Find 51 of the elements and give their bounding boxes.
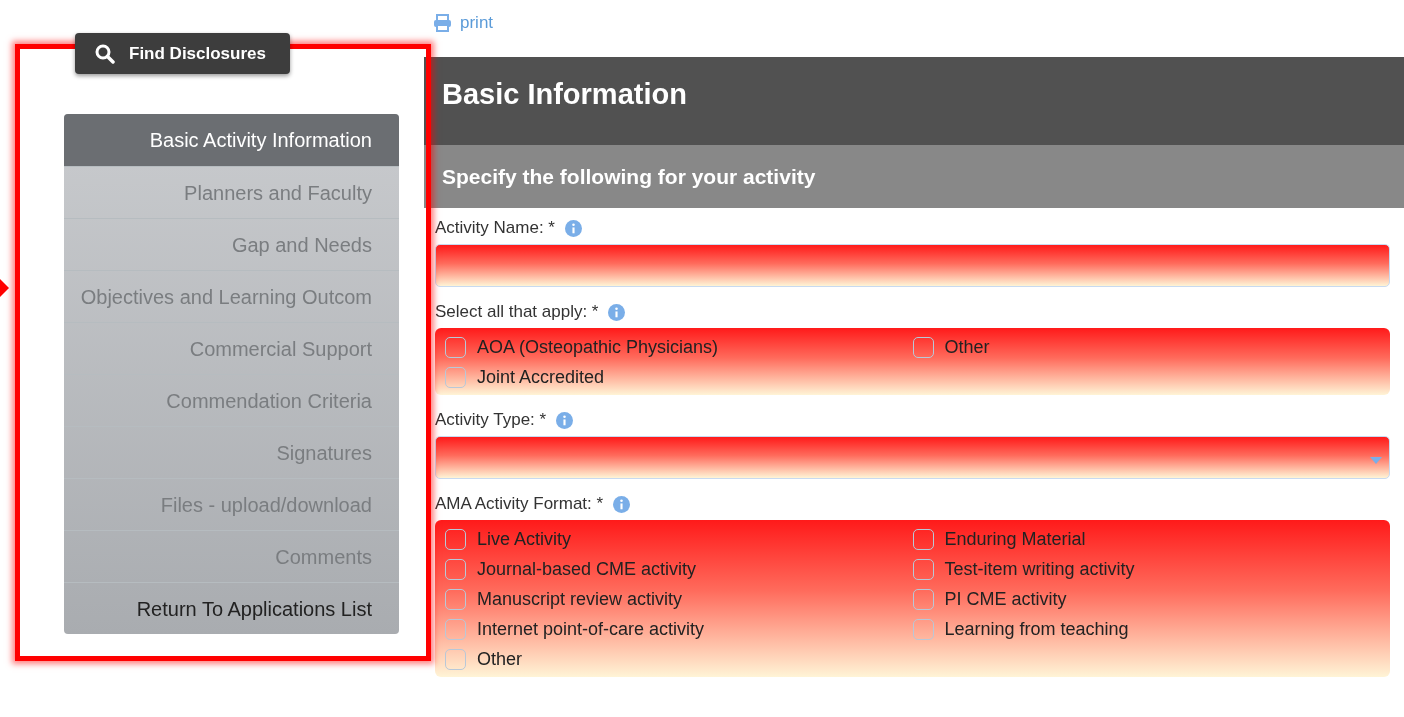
checkbox-label: Other bbox=[944, 335, 990, 359]
checkbox-label: PI CME activity bbox=[944, 587, 1067, 611]
sidebar-item[interactable]: Signatures bbox=[64, 426, 399, 478]
info-icon[interactable] bbox=[613, 495, 631, 513]
checkbox[interactable] bbox=[445, 618, 466, 640]
sidebar-item[interactable]: Planners and Faculty bbox=[64, 166, 399, 218]
checkbox[interactable] bbox=[445, 648, 466, 670]
checkbox[interactable] bbox=[912, 528, 934, 550]
print-link[interactable]: print bbox=[433, 10, 494, 36]
checkbox-label: Internet point-of-care activity bbox=[477, 617, 705, 641]
checkbox-label: Live Activity bbox=[477, 527, 572, 551]
input-field[interactable] bbox=[435, 244, 1390, 287]
checkbox-label: Learning from teaching bbox=[944, 617, 1129, 641]
printer-icon bbox=[433, 13, 452, 32]
checkbox[interactable] bbox=[445, 336, 466, 358]
checkbox-label: Journal-based CME activity bbox=[477, 557, 697, 581]
checkbox-label: Test-item writing activity bbox=[944, 557, 1135, 581]
checkbox-label: Other bbox=[477, 647, 523, 671]
find-disclosures-button[interactable]: Find Disclosures bbox=[75, 33, 290, 74]
info-icon[interactable] bbox=[608, 303, 626, 321]
checkbox-label: Manuscript review activity bbox=[477, 587, 683, 611]
checkbox[interactable] bbox=[912, 336, 934, 358]
sidebar-item[interactable]: Objectives and Learning Outcom bbox=[64, 270, 399, 322]
section-title: Specify the following for your activity bbox=[442, 163, 816, 190]
checkbox-label: AOA (Osteopathic Physicians) bbox=[477, 335, 719, 359]
pointer-arrow bbox=[0, 279, 9, 297]
checkbox-label: Enduring Material bbox=[944, 527, 1086, 551]
field-label: Activity Name: * bbox=[435, 217, 555, 240]
field-label: AMA Activity Format: * bbox=[435, 493, 604, 516]
checkbox[interactable] bbox=[445, 366, 466, 388]
checkbox[interactable] bbox=[445, 528, 466, 550]
caret-icon bbox=[1370, 457, 1382, 464]
search-icon bbox=[95, 43, 115, 64]
dropdown-field[interactable] bbox=[435, 436, 1390, 479]
page-title: Basic Information bbox=[442, 78, 687, 110]
field-label: Activity Type: * bbox=[435, 409, 547, 432]
sidebar-item[interactable]: Return To Applications List bbox=[64, 582, 399, 634]
checkbox[interactable] bbox=[912, 558, 934, 580]
checkbox[interactable] bbox=[445, 558, 466, 580]
info-icon[interactable] bbox=[556, 411, 574, 429]
field-label: Select all that apply: * bbox=[435, 301, 599, 324]
checkbox-label: Joint Accredited bbox=[477, 365, 605, 389]
info-icon[interactable] bbox=[565, 219, 582, 237]
sidebar-item[interactable]: Commendation Criteria bbox=[64, 374, 399, 426]
checkbox[interactable] bbox=[445, 588, 466, 610]
sidebar-item[interactable]: Basic Activity Information bbox=[64, 114, 399, 166]
sidebar-item[interactable]: Gap and Needs bbox=[64, 218, 399, 270]
sidebar-item[interactable]: Files - upload/download bbox=[64, 478, 399, 530]
checkbox[interactable] bbox=[912, 618, 934, 640]
checkbox[interactable] bbox=[912, 588, 934, 610]
sidebar-item[interactable]: Commercial Support bbox=[64, 322, 399, 374]
